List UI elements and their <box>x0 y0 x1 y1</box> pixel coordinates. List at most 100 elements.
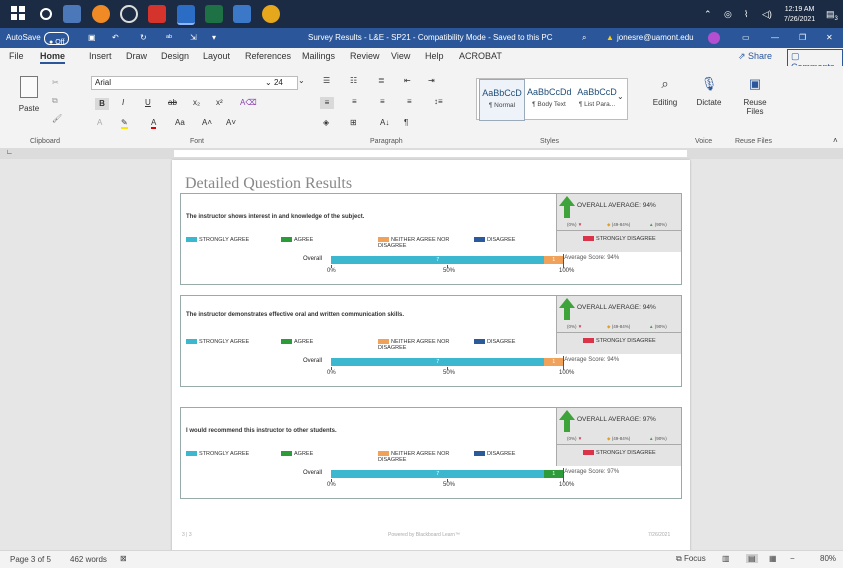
read-mode-icon[interactable]: ▥ <box>722 554 730 563</box>
legend-swatch <box>474 237 485 243</box>
ruler-track[interactable] <box>174 150 687 157</box>
word-count[interactable]: 462 words <box>70 555 107 564</box>
zoom-out-button[interactable]: − <box>790 554 795 563</box>
tab-insert[interactable]: Insert <box>89 51 112 61</box>
italic-button[interactable]: I <box>122 98 124 107</box>
bullets-icon[interactable]: ☰ <box>323 76 330 85</box>
proofing-icon[interactable]: ⊠ <box>120 554 127 563</box>
tab-help[interactable]: Help <box>425 51 444 61</box>
minimize-icon[interactable]: — <box>771 28 779 48</box>
styles-gallery[interactable]: AaBbCcD ¶ Normal AaBbCcDd ¶ Body Text Aa… <box>476 78 628 121</box>
tab-design[interactable]: Design <box>161 51 189 61</box>
format-painter-icon[interactable]: 🖌 <box>52 114 62 123</box>
subscript-button[interactable]: x₂ <box>193 98 200 107</box>
notifications-icon[interactable]: ▤3 <box>826 0 838 28</box>
tab-mailings[interactable]: Mailings <box>302 51 335 61</box>
wifi-icon[interactable]: ⌇ <box>744 0 748 28</box>
photos-icon[interactable] <box>233 5 251 23</box>
highlight-icon[interactable]: ✎ <box>121 118 128 129</box>
numbering-icon[interactable]: ☷ <box>350 76 357 85</box>
clear-formatting-icon[interactable]: A⌫ <box>240 98 257 107</box>
share-button[interactable]: ⇗ Share <box>738 51 772 62</box>
multilevel-list-icon[interactable]: ≣ <box>378 76 385 85</box>
copy-icon[interactable]: ⧉ <box>52 96 58 106</box>
font-size-dropdown-icon[interactable]: ⌄ <box>298 76 305 85</box>
tab-draw[interactable]: Draw <box>126 51 147 61</box>
close-icon[interactable]: ✕ <box>826 28 833 48</box>
tab-home[interactable]: Home <box>40 51 66 64</box>
document-title[interactable]: Survey Results - L&E - SP21 - Compatibil… <box>308 28 553 48</box>
qat-dropdown-icon[interactable]: ▾ <box>212 28 216 48</box>
chrome-icon[interactable] <box>262 5 280 23</box>
tab-view[interactable]: View <box>391 51 410 61</box>
page-count[interactable]: Page 3 of 5 <box>10 555 51 564</box>
style-list-paragraph[interactable]: AaBbCcD ¶ List Para... <box>575 79 619 119</box>
windows-start-icon[interactable] <box>10 5 28 23</box>
line-spacing-icon[interactable]: ↕≡ <box>434 97 443 106</box>
search-icon[interactable] <box>37 5 55 23</box>
customize-icon[interactable]: ⇲ <box>190 28 197 48</box>
decrease-indent-icon[interactable]: ⇤ <box>404 76 411 85</box>
ribbon-display-icon[interactable]: ▭ <box>742 28 750 48</box>
cut-icon[interactable]: ✂ <box>52 78 59 87</box>
paste-button[interactable]: Paste <box>15 76 43 113</box>
sort-icon[interactable]: A↓ <box>380 118 389 127</box>
print-layout-icon[interactable]: ▤ <box>746 554 758 563</box>
network-icon[interactable]: ◎ <box>724 0 732 28</box>
firefox-icon[interactable] <box>92 5 110 23</box>
borders-icon[interactable]: ⊞ <box>350 118 357 127</box>
tab-layout[interactable]: Layout <box>203 51 230 61</box>
word-taskbar-icon[interactable] <box>177 5 195 25</box>
dictate-button[interactable]: 🎙 Dictate <box>691 76 727 107</box>
search-icon-title[interactable]: ⌕ <box>582 28 586 48</box>
task-view-icon[interactable] <box>63 5 81 23</box>
strikethrough-button[interactable]: ab <box>168 98 177 107</box>
tab-references[interactable]: References <box>245 51 291 61</box>
shading-icon[interactable]: ◈ <box>323 118 329 127</box>
tab-selector-icon[interactable]: ∟ <box>6 149 13 156</box>
bold-button[interactable]: B <box>95 98 109 110</box>
align-left-button[interactable]: ≡ <box>320 97 334 109</box>
tab-acrobat[interactable]: ACROBAT <box>459 51 502 61</box>
style-normal[interactable]: AaBbCcD ¶ Normal <box>479 79 525 121</box>
tab-file[interactable]: File <box>9 51 24 61</box>
editing-button[interactable]: ⌕ Editing <box>647 76 683 107</box>
collapse-ribbon-icon[interactable]: ˄ <box>833 136 838 145</box>
superscript-button[interactable]: x² <box>216 98 223 107</box>
focus-button[interactable]: ⧉ Focus <box>676 554 706 564</box>
volume-icon[interactable]: ◁) <box>762 0 772 28</box>
align-right-button[interactable]: ≡ <box>380 97 385 106</box>
font-size-input[interactable]: ⌄ 24 <box>262 76 298 90</box>
show-marks-icon[interactable]: ¶ <box>404 118 408 127</box>
account-email[interactable]: jonesre@uamont.edu <box>617 28 694 48</box>
chevron-up-icon[interactable]: ⌃ <box>704 0 712 28</box>
document-page[interactable]: Detailed Question Results The instructor… <box>172 160 690 558</box>
underline-button[interactable]: U <box>145 98 151 107</box>
text-effects-icon[interactable]: A <box>97 118 102 127</box>
font-name-input[interactable]: Arial <box>91 76 274 90</box>
change-case-button[interactable]: Aa <box>175 118 185 127</box>
zoom-level[interactable]: 80% <box>820 554 836 563</box>
spelling-icon[interactable]: ᵃᵇ <box>166 28 172 48</box>
autosave-toggle[interactable]: ● Off <box>44 32 70 46</box>
style-body-text[interactable]: AaBbCcDd ¶ Body Text <box>527 79 572 119</box>
reuse-files-button[interactable]: ▣ Reuse Files <box>737 76 773 116</box>
media-icon[interactable] <box>120 5 138 23</box>
font-color-icon[interactable]: A <box>151 118 157 129</box>
avatar[interactable] <box>708 32 720 44</box>
increase-indent-icon[interactable]: ⇥ <box>428 76 435 85</box>
tab-review[interactable]: Review <box>350 51 380 61</box>
undo-icon[interactable]: ↶ <box>112 28 119 48</box>
restore-icon[interactable]: ❐ <box>799 28 806 48</box>
justify-button[interactable]: ≡ <box>407 97 412 106</box>
shrink-font-button[interactable]: A˅ <box>226 118 236 127</box>
save-icon[interactable]: ▣ <box>88 28 96 48</box>
acrobat-icon[interactable] <box>148 5 166 23</box>
web-layout-icon[interactable]: ▦ <box>769 554 777 563</box>
grow-font-button[interactable]: A˄ <box>202 118 212 127</box>
arrow-up-icon <box>559 410 575 432</box>
styles-more-icon[interactable]: ⌄ <box>617 92 624 101</box>
excel-icon[interactable] <box>205 5 223 23</box>
redo-icon[interactable]: ↻ <box>140 28 147 48</box>
align-center-button[interactable]: ≡ <box>352 97 357 106</box>
